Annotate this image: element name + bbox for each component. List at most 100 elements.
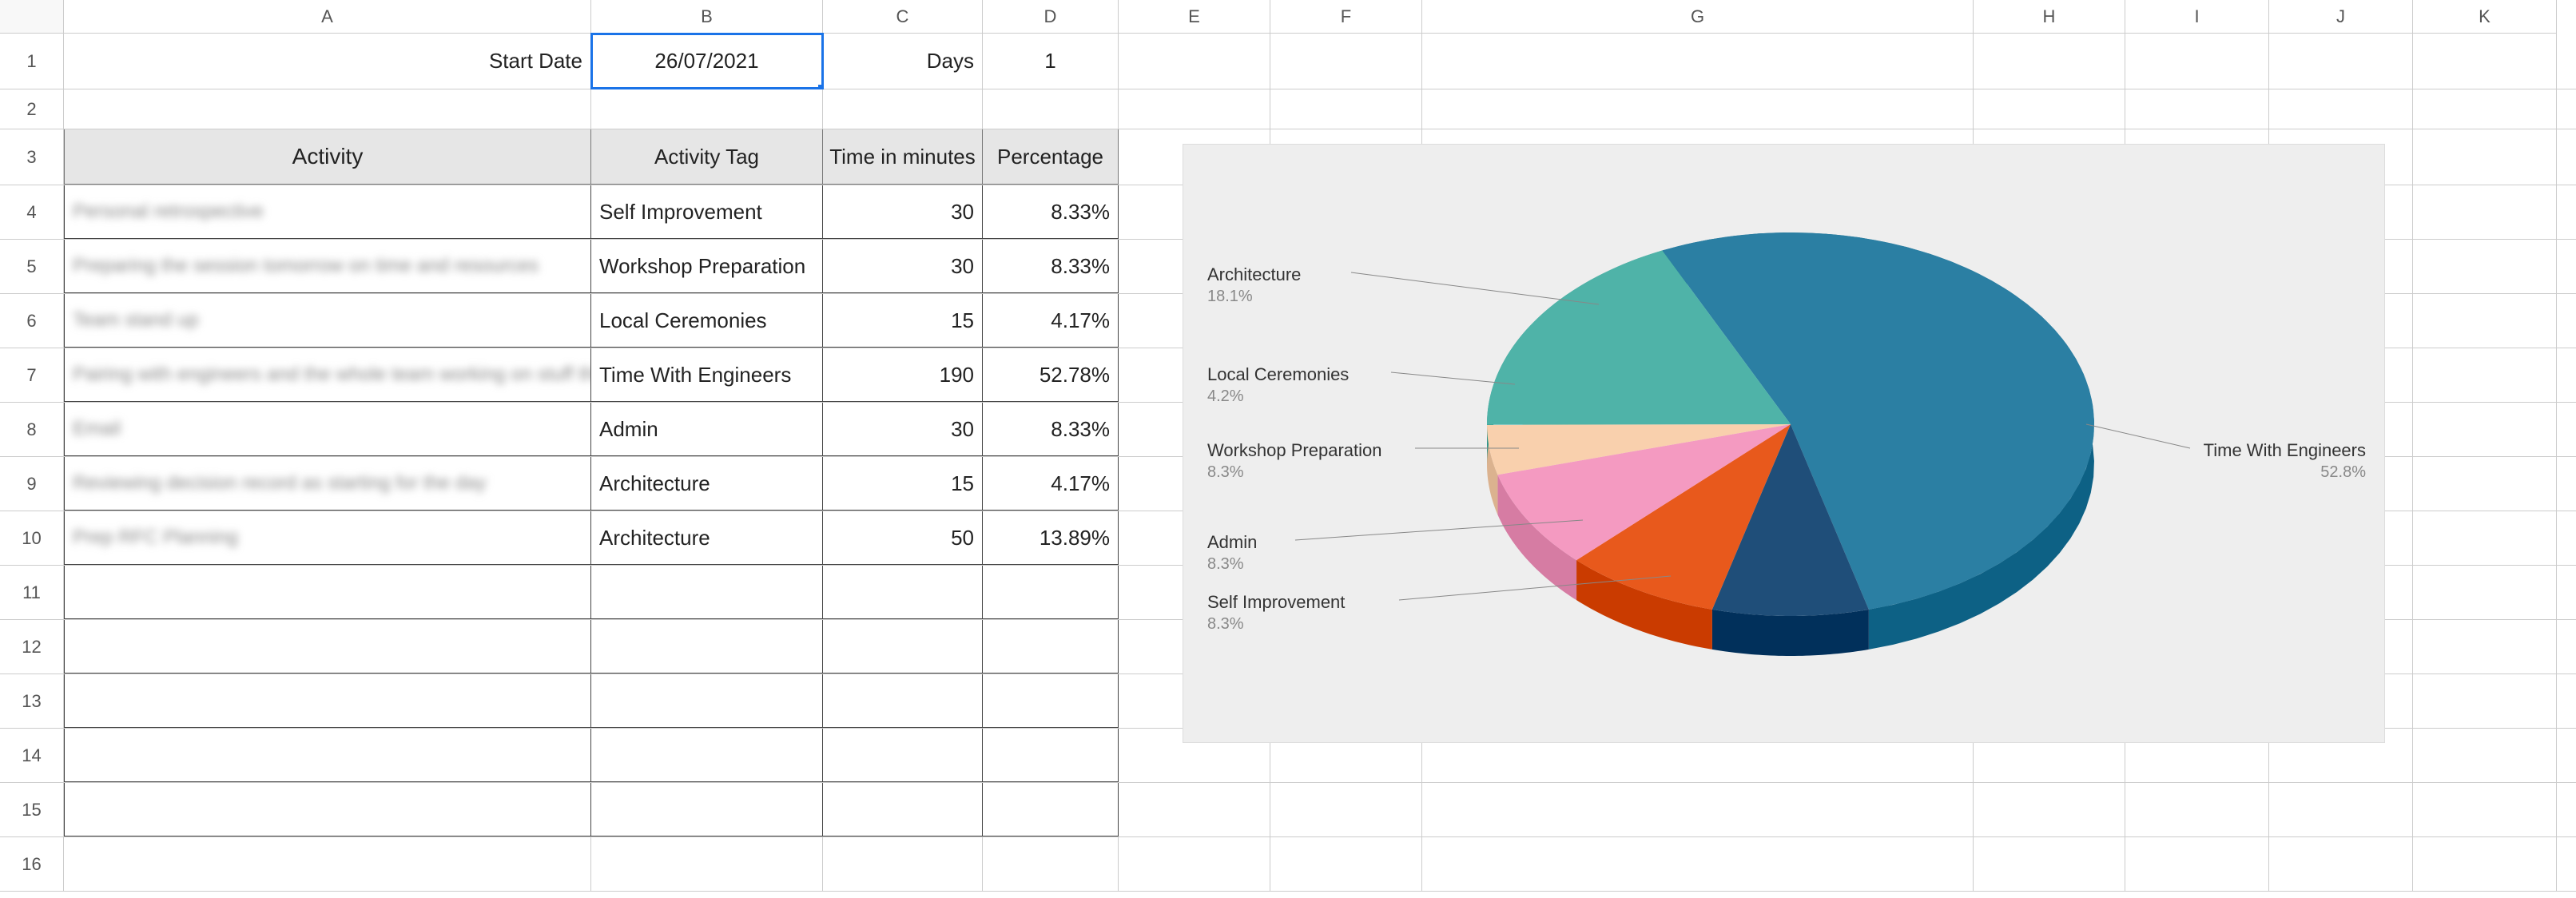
cell-K16[interactable] — [2413, 837, 2557, 891]
row-header-9[interactable]: 9 — [0, 457, 64, 511]
cell-blank[interactable] — [983, 566, 1119, 619]
cell-H1[interactable] — [1974, 34, 2125, 89]
cell-G16[interactable] — [1422, 837, 1974, 891]
cell-pct[interactable]: 52.78% — [983, 348, 1119, 402]
cell-blank[interactable] — [823, 783, 983, 836]
cell-blank[interactable] — [591, 674, 823, 728]
cell-B2[interactable] — [591, 89, 823, 129]
cell-B16[interactable] — [591, 837, 823, 891]
cell-F2[interactable] — [1270, 89, 1422, 129]
row-header-16[interactable]: 16 — [0, 837, 64, 892]
cell-blank[interactable] — [2413, 674, 2557, 728]
cell-blank[interactable] — [591, 729, 823, 782]
row-header-2[interactable]: 2 — [0, 89, 64, 129]
header-percentage[interactable]: Percentage — [983, 129, 1119, 185]
cell-tag[interactable]: Local Ceremonies — [591, 294, 823, 348]
cell-blank[interactable] — [2413, 511, 2557, 565]
col-header-H[interactable]: H — [1974, 0, 2125, 34]
cell-F1[interactable] — [1270, 34, 1422, 89]
cell-D16[interactable] — [983, 837, 1119, 891]
cell-tag[interactable]: Admin — [591, 403, 823, 456]
col-header-A[interactable]: A — [64, 0, 591, 34]
cell-blank[interactable] — [823, 620, 983, 674]
cell-pct[interactable]: 4.17% — [983, 294, 1119, 348]
row-header-15[interactable]: 15 — [0, 783, 64, 837]
col-header-K[interactable]: K — [2413, 0, 2557, 34]
cell-activity[interactable]: Pairing with engineers and the whole tea… — [64, 348, 591, 402]
cell-blank[interactable] — [1974, 783, 2125, 836]
cell-G2[interactable] — [1422, 89, 1974, 129]
row-header-11[interactable]: 11 — [0, 566, 64, 620]
cell-activity[interactable]: Team stand up — [64, 294, 591, 348]
cell-blank[interactable] — [1119, 783, 1270, 836]
cell-A2[interactable] — [64, 89, 591, 129]
cell-blank[interactable] — [1422, 783, 1974, 836]
row-header-10[interactable]: 10 — [0, 511, 64, 566]
cell-I1[interactable] — [2125, 34, 2269, 89]
cell-time[interactable]: 50 — [823, 511, 983, 565]
cell-C2[interactable] — [823, 89, 983, 129]
cell-time[interactable]: 30 — [823, 185, 983, 239]
cell-activity[interactable]: Prep RFC Planning — [64, 511, 591, 565]
cell-C1[interactable]: Days — [823, 34, 983, 89]
cell-tag[interactable]: Architecture — [591, 457, 823, 511]
cell-blank[interactable] — [64, 566, 591, 619]
cell-blank[interactable] — [823, 729, 983, 782]
cell-J1[interactable] — [2269, 34, 2413, 89]
row-header-8[interactable]: 8 — [0, 403, 64, 457]
row-header-5[interactable]: 5 — [0, 240, 64, 294]
cell-blank[interactable] — [64, 783, 591, 836]
cell-blank[interactable] — [823, 566, 983, 619]
cell-time[interactable]: 15 — [823, 294, 983, 348]
cell-time[interactable]: 15 — [823, 457, 983, 511]
col-header-D[interactable]: D — [983, 0, 1119, 34]
cell-J2[interactable] — [2269, 89, 2413, 129]
cell-F16[interactable] — [1270, 837, 1422, 891]
cell-pct[interactable]: 4.17% — [983, 457, 1119, 511]
cell-blank[interactable] — [2413, 783, 2557, 836]
row-header-4[interactable]: 4 — [0, 185, 64, 240]
cell-E2[interactable] — [1119, 89, 1270, 129]
cell-pct[interactable]: 8.33% — [983, 240, 1119, 293]
cell-blank[interactable] — [2413, 729, 2557, 782]
cell-pct[interactable]: 8.33% — [983, 185, 1119, 239]
cell-C16[interactable] — [823, 837, 983, 891]
cell-blank[interactable] — [2413, 403, 2557, 456]
cell-activity[interactable]: Personal retrospective — [64, 185, 591, 239]
cell-G1[interactable] — [1422, 34, 1974, 89]
row-header-6[interactable]: 6 — [0, 294, 64, 348]
col-header-J[interactable]: J — [2269, 0, 2413, 34]
cell-time[interactable]: 190 — [823, 348, 983, 402]
header-activity[interactable]: Activity — [64, 129, 591, 185]
cell-blank[interactable] — [591, 620, 823, 674]
cell-D1[interactable]: 1 — [983, 34, 1119, 89]
cell-tag[interactable]: Workshop Preparation — [591, 240, 823, 293]
col-header-I[interactable]: I — [2125, 0, 2269, 34]
cell-I16[interactable] — [2125, 837, 2269, 891]
cell-activity[interactable]: Preparing the session tomorrow on time a… — [64, 240, 591, 293]
col-header-F[interactable]: F — [1270, 0, 1422, 34]
cell-blank[interactable] — [2413, 348, 2557, 402]
select-all-corner[interactable] — [0, 0, 64, 34]
cell-activity[interactable]: Reviewing decision record as starting fo… — [64, 457, 591, 511]
cell-blank[interactable] — [2269, 783, 2413, 836]
cell-blank[interactable] — [591, 566, 823, 619]
row-header-14[interactable]: 14 — [0, 729, 64, 783]
cell-pct[interactable]: 8.33% — [983, 403, 1119, 456]
cell-activity[interactable]: Email — [64, 403, 591, 456]
col-header-E[interactable]: E — [1119, 0, 1270, 34]
cell-blank[interactable] — [823, 674, 983, 728]
col-header-B[interactable]: B — [591, 0, 823, 34]
row-header-12[interactable]: 12 — [0, 620, 64, 674]
cell-blank[interactable] — [2413, 457, 2557, 511]
col-header-G[interactable]: G — [1422, 0, 1974, 34]
cell-D2[interactable] — [983, 89, 1119, 129]
cell-E16[interactable] — [1119, 837, 1270, 891]
cell-blank[interactable] — [2413, 240, 2557, 293]
cell-tag[interactable]: Time With Engineers — [591, 348, 823, 402]
row-header-13[interactable]: 13 — [0, 674, 64, 729]
cell-blank[interactable] — [2413, 294, 2557, 348]
cell-blank[interactable] — [983, 674, 1119, 728]
row-header-3[interactable]: 3 — [0, 129, 64, 185]
cell-A1[interactable]: Start Date — [64, 34, 591, 89]
